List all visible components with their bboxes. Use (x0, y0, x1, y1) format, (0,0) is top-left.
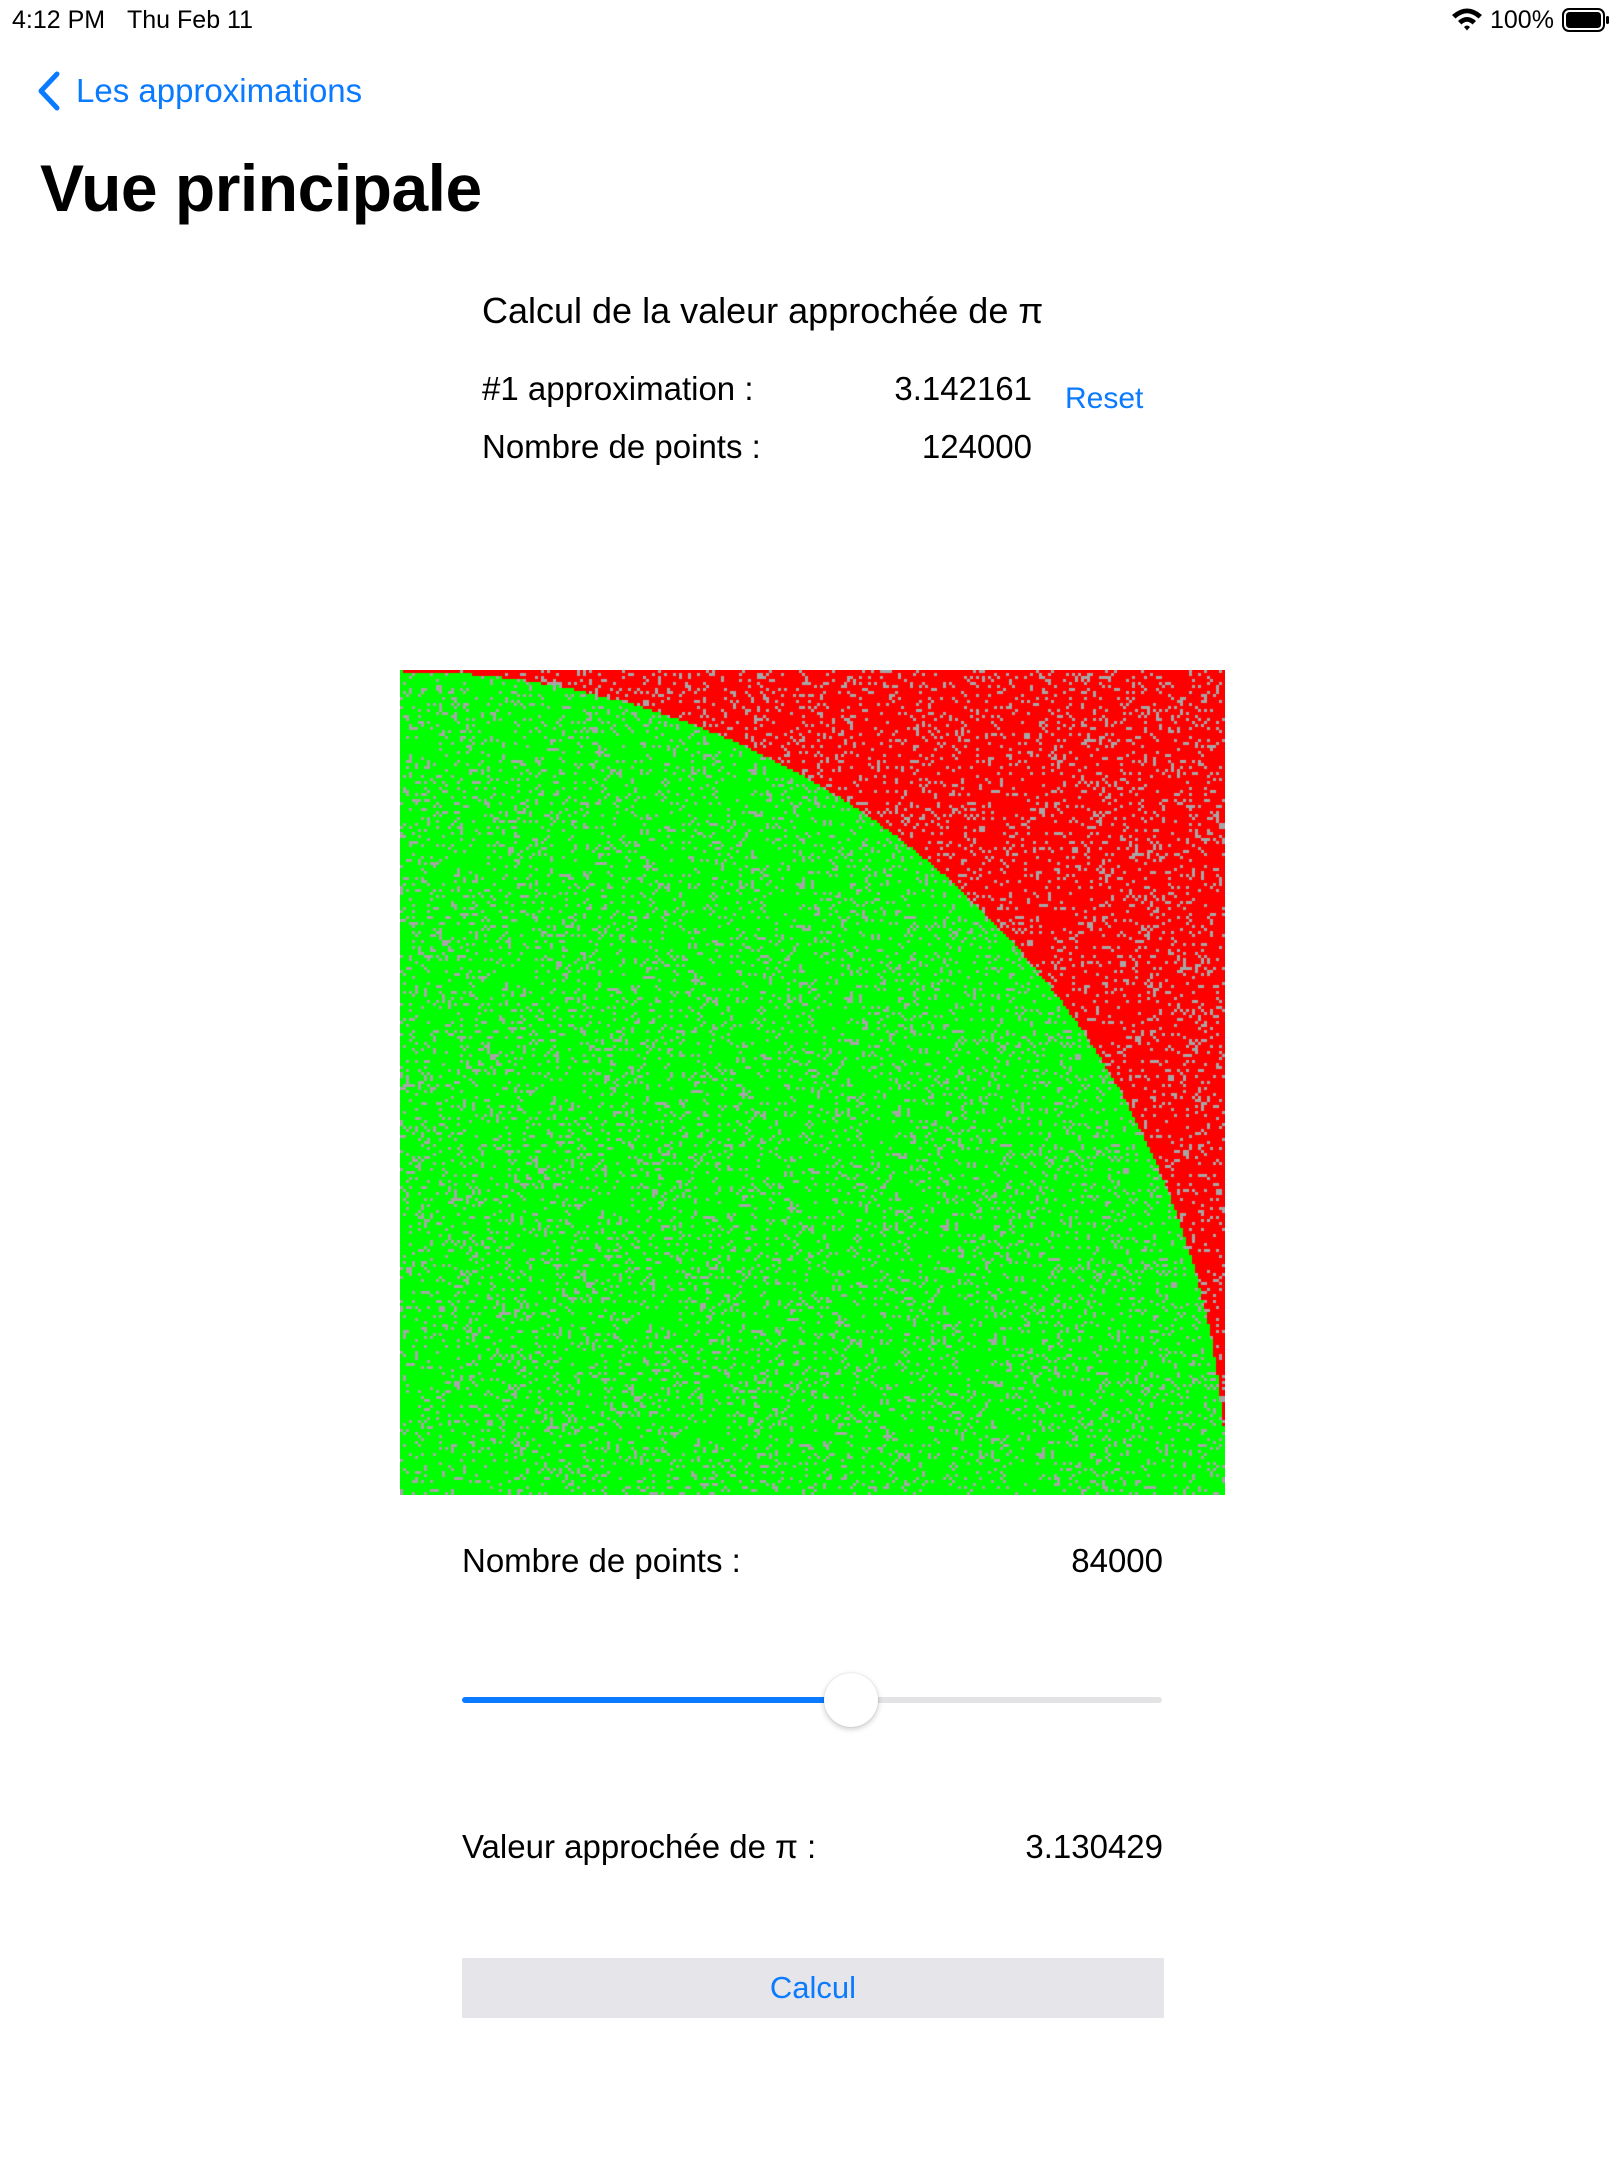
monte-carlo-plot (400, 670, 1225, 1495)
back-button-label: Les approximations (76, 72, 363, 109)
chevron-left-icon (38, 71, 60, 111)
summary-points-value: 124000 (921, 428, 1032, 465)
calcul-button[interactable]: Calcul (462, 1958, 1164, 2018)
page-title: Vue principale (40, 151, 482, 225)
pi-value: 3.130429 (1025, 1828, 1163, 1865)
summary-points-label: Nombre de points : (482, 428, 761, 465)
battery-icon (1562, 8, 1609, 32)
wifi-icon (1452, 8, 1482, 31)
slider-fill (462, 1697, 851, 1703)
approximation-label: #1 approximation : (482, 370, 754, 407)
pi-label: Valeur approchée de π : (462, 1828, 817, 1865)
status-date: Thu Feb 11 (127, 6, 254, 34)
slider-thumb[interactable] (823, 1673, 878, 1727)
controls-points-value: 84000 (1071, 1542, 1163, 1579)
points-slider[interactable] (462, 1670, 1162, 1730)
status-bar: 4:12 PM Thu Feb 11 100% (0, 0, 1620, 40)
status-time: 4:12 PM (12, 6, 106, 34)
approximation-value: 3.142161 (894, 370, 1032, 407)
controls-points-label: Nombre de points : (462, 1542, 741, 1579)
battery-percent: 100% (1490, 6, 1554, 34)
reset-button[interactable]: Reset (1065, 382, 1143, 416)
section-heading: Calcul de la valeur approchée de π (482, 290, 1044, 331)
back-button[interactable]: Les approximations (36, 66, 362, 116)
